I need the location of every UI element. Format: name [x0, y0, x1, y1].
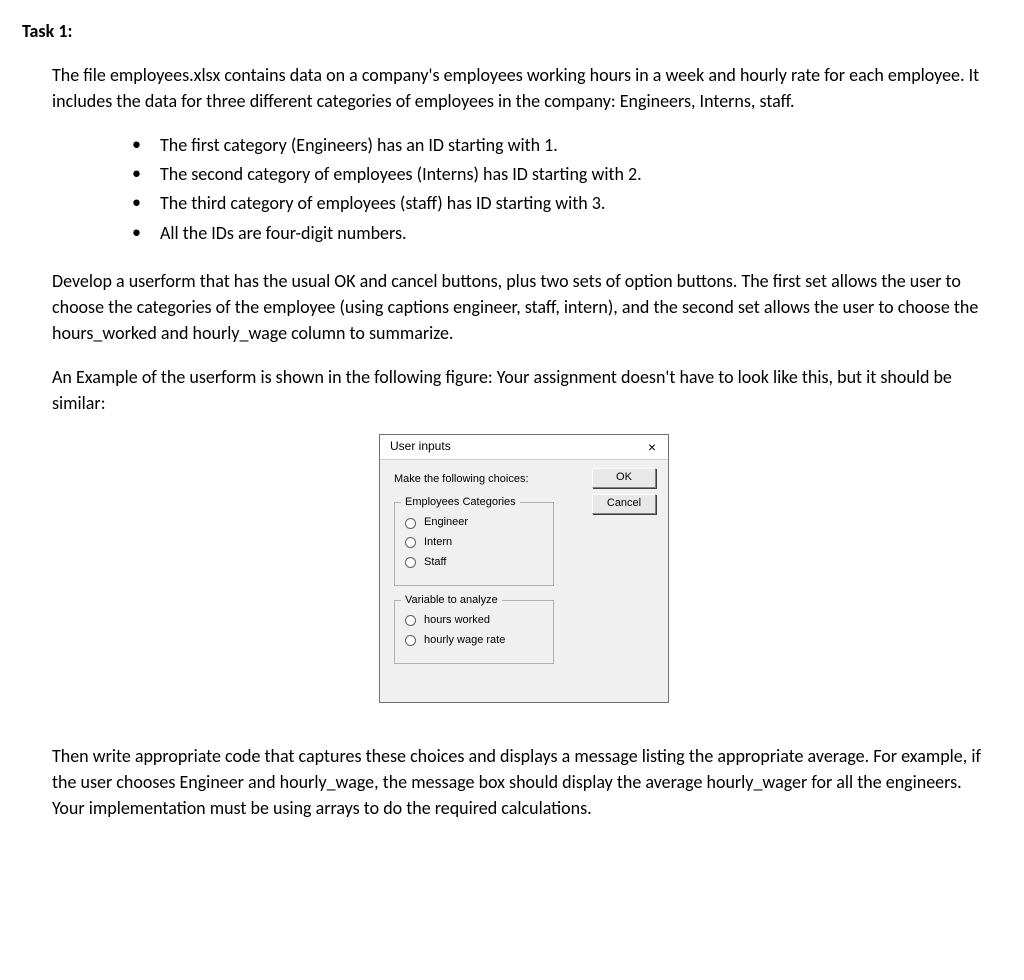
bullet-item: The first category (Engineers) has an ID… [132, 132, 996, 158]
bullet-list: The first category (Engineers) has an ID… [52, 132, 996, 245]
ok-button[interactable]: OK [592, 468, 656, 488]
radio-label: hours worked [424, 613, 490, 629]
userform-window: User inputs × Make the following choices… [379, 434, 669, 703]
paragraph-intro: The file employees.xlsx contains data on… [52, 62, 996, 114]
cancel-button[interactable]: Cancel [592, 494, 656, 514]
radio-hours-worked[interactable]: hours worked [405, 613, 543, 629]
task-heading: Task 1: [22, 18, 996, 44]
close-icon[interactable]: × [644, 438, 660, 456]
userform-title: User inputs [390, 438, 451, 455]
radio-intern[interactable]: Intern [405, 535, 543, 551]
group-variable-analyze: Variable to analyze hours worked hourly … [394, 600, 554, 664]
radio-label: Intern [424, 535, 452, 551]
group-legend: Employees Categories [401, 495, 520, 511]
group-employees-categories: Employees Categories Engineer Intern Sta… [394, 502, 554, 586]
userform-titlebar: User inputs × [380, 435, 668, 460]
paragraph-then-write: Then write appropriate code that capture… [52, 743, 996, 821]
radio-icon [405, 635, 416, 646]
radio-label: Engineer [424, 515, 468, 531]
bullet-item: All the IDs are four-digit numbers. [132, 220, 996, 246]
radio-label: Staff [424, 555, 446, 571]
radio-label: hourly wage rate [424, 633, 505, 649]
radio-hourly-wage-rate[interactable]: hourly wage rate [405, 633, 543, 649]
radio-staff[interactable]: Staff [405, 555, 543, 571]
group-legend: Variable to analyze [401, 593, 502, 609]
paragraph-develop: Develop a userform that has the usual OK… [52, 268, 996, 346]
radio-icon [405, 518, 416, 529]
bullet-item: The third category of employees (staff) … [132, 190, 996, 216]
radio-icon [405, 537, 416, 548]
paragraph-example: An Example of the userform is shown in t… [52, 364, 996, 416]
radio-icon [405, 557, 416, 568]
radio-engineer[interactable]: Engineer [405, 515, 543, 531]
bullet-item: The second category of employees (Intern… [132, 161, 996, 187]
radio-icon [405, 615, 416, 626]
